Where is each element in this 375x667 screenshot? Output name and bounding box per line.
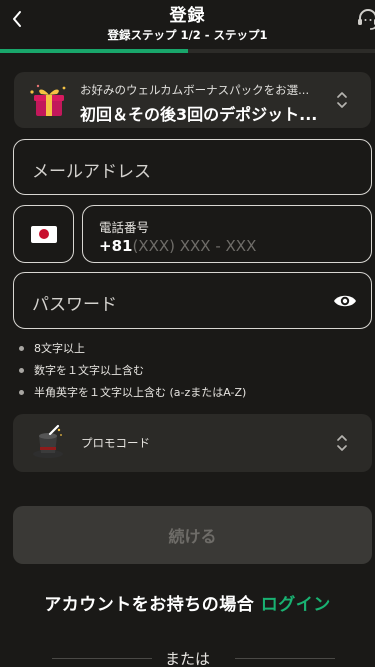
progress-bar bbox=[0, 49, 375, 53]
eye-icon[interactable] bbox=[333, 290, 357, 312]
chevron-up-down-icon bbox=[337, 435, 347, 451]
welcome-bonus-selector[interactable]: お好みのウェルカムボーナスパックをお選... 初回＆その後3回のデポジット... bbox=[14, 72, 371, 128]
password-field[interactable]: パスワード bbox=[13, 272, 372, 329]
promo-code-selector[interactable]: プロモコード bbox=[13, 414, 372, 472]
promo-code-label: プロモコード bbox=[81, 436, 150, 450]
phone-field[interactable]: 電話番号 +81(XXX) XXX - XXX bbox=[82, 205, 372, 263]
magic-hat-icon bbox=[33, 424, 63, 458]
or-divider: または bbox=[0, 648, 375, 667]
password-rule: 8文字以上 bbox=[18, 340, 246, 362]
page-title: 登録 bbox=[169, 6, 206, 26]
bonus-prompt: お好みのウェルカムボーナスパックをお選... bbox=[80, 83, 310, 97]
phone-country-code: +81 bbox=[99, 237, 133, 255]
email-field[interactable]: メールアドレス bbox=[13, 139, 372, 195]
password-rule: 半角英字を１文字以上含む (a-zまたはA-Z) bbox=[18, 384, 246, 406]
password-rule: 数字を１文字以上含む bbox=[18, 362, 246, 384]
login-prompt: アカウントをお持ちの場合 bbox=[44, 595, 255, 615]
japan-flag-icon bbox=[31, 226, 57, 243]
country-code-selector[interactable] bbox=[13, 205, 74, 263]
login-link[interactable]: ログイン bbox=[261, 595, 331, 615]
headset-icon bbox=[358, 9, 375, 30]
phone-mask: (XXX) XXX - XXX bbox=[132, 237, 257, 255]
password-placeholder: パスワード bbox=[32, 295, 117, 315]
divider-line bbox=[235, 658, 335, 659]
phone-label: 電話番号 bbox=[99, 220, 150, 235]
email-placeholder: メールアドレス bbox=[32, 162, 151, 182]
step-indicator: 登録ステップ 1/2 - ステップ1 bbox=[107, 28, 268, 42]
login-prompt-row: アカウントをお持ちの場合 ログイン bbox=[0, 590, 375, 615]
gift-box-icon bbox=[30, 84, 66, 116]
bonus-selected-value: 初回＆その後3回のデポジット... bbox=[80, 105, 318, 124]
header: 登録 登録ステップ 1/2 - ステップ1 bbox=[0, 0, 375, 50]
chevron-up-down-icon bbox=[337, 92, 347, 108]
phone-value: +81(XXX) XXX - XXX bbox=[99, 237, 256, 255]
progress-fill bbox=[0, 49, 188, 53]
support-button[interactable] bbox=[355, 6, 375, 32]
password-rules: 8文字以上 数字を１文字以上含む 半角英字を１文字以上含む (a-zまたはA-Z… bbox=[18, 340, 246, 406]
continue-button[interactable]: 続ける bbox=[13, 506, 372, 564]
